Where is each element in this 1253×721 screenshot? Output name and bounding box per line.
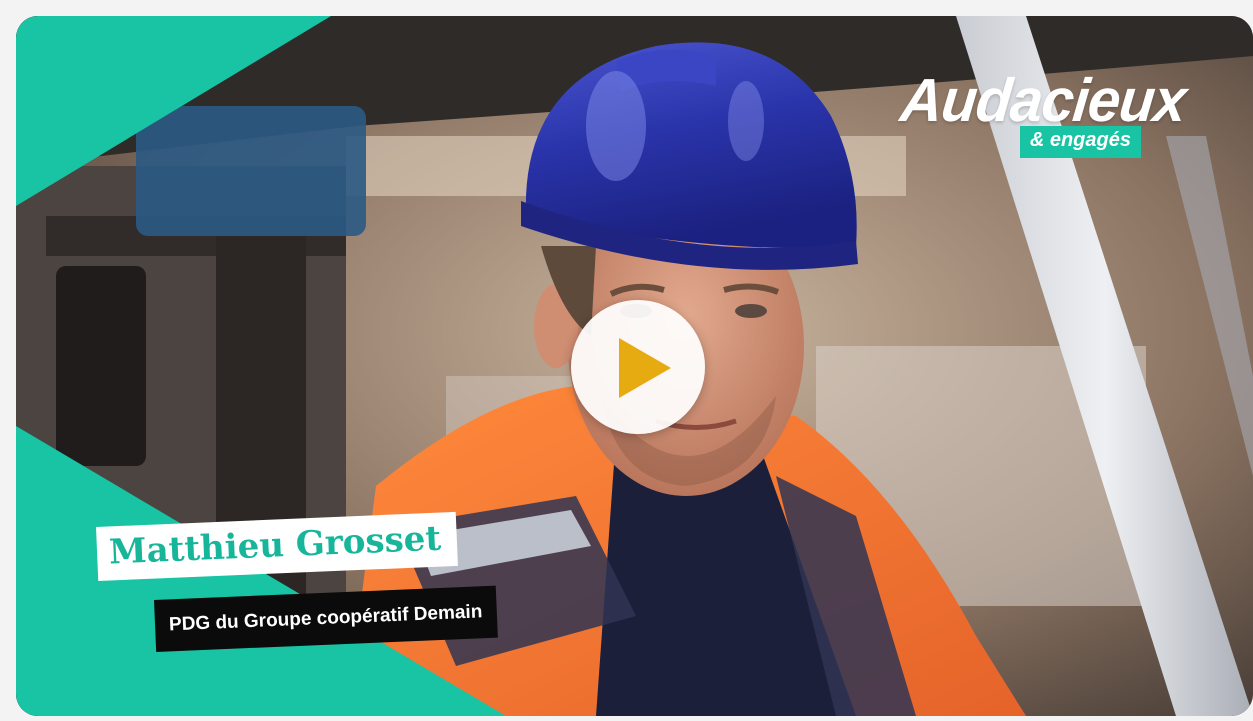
brand-subtitle: & engagés xyxy=(1019,126,1141,158)
video-player[interactable]: Audacieux & engagés Matthieu Grosset PDG… xyxy=(16,16,1253,716)
play-button[interactable] xyxy=(571,300,705,434)
play-icon xyxy=(619,338,671,398)
brand-logo: Audacieux & engagés xyxy=(895,66,1189,168)
